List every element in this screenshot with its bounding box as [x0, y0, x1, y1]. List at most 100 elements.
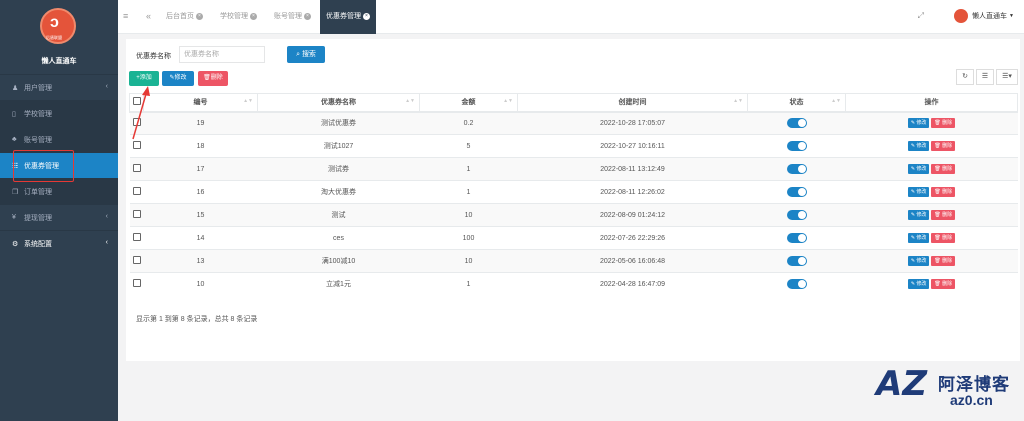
- row-edit-button[interactable]: ✎ 修改: [907, 118, 930, 129]
- status-toggle[interactable]: [786, 141, 807, 151]
- main-content: 优惠券名称 优惠券名称 ⌕ 搜索 +添加 ✎修改 🗑删除 ↻ ☰ ☰▾ 编号 ▲▼…: [118, 34, 1024, 421]
- status-toggle[interactable]: [786, 210, 807, 220]
- chevron-left-icon: ‹: [105, 213, 108, 220]
- cell-created: 2022-08-09 01:24:12: [517, 203, 748, 227]
- status-toggle[interactable]: [786, 164, 807, 174]
- table-row: 14 ces 100 2022-07-26 22:29:26 ✎ 修改 🗑 删除: [129, 226, 1018, 250]
- row-edit-label: 修改: [916, 258, 927, 264]
- sidebar-item-withdrawals[interactable]: ¥ 提现管理 ‹: [0, 204, 118, 230]
- close-icon[interactable]: ×: [196, 12, 203, 20]
- row-delete-button[interactable]: 🗑 删除: [931, 256, 956, 266]
- tabs-scroll-left-icon[interactable]: «: [146, 11, 151, 21]
- delete-button[interactable]: 🗑删除: [198, 71, 228, 86]
- sort-icon: ▲▼: [831, 98, 841, 104]
- row-edit-button[interactable]: ✎ 修改: [907, 279, 930, 290]
- row-checkbox[interactable]: [132, 233, 141, 241]
- sidebar-item-label: 账号管理: [24, 136, 52, 144]
- close-icon[interactable]: ×: [304, 12, 311, 20]
- row-edit-label: 修改: [916, 189, 927, 195]
- header-created[interactable]: 创建时间 ▲▼: [517, 93, 748, 113]
- header-status[interactable]: 状态 ▲▼: [747, 93, 846, 113]
- columns-button[interactable]: ☰▾: [996, 69, 1018, 85]
- cell-id: 19: [143, 111, 258, 135]
- add-button-label: 添加: [139, 75, 152, 81]
- row-edit-button[interactable]: ✎ 修改: [907, 164, 930, 174]
- row-checkbox[interactable]: [132, 118, 141, 127]
- toggle-view-button[interactable]: ☰: [976, 69, 994, 85]
- tab-schools[interactable]: 学校管理 ×: [220, 0, 257, 34]
- cell-id: 16: [143, 180, 258, 204]
- tab-coupons[interactable]: 优惠券管理 ×: [320, 0, 376, 34]
- header-id[interactable]: 编号 ▲▼: [143, 93, 258, 113]
- row-delete-button[interactable]: 🗑 删除: [931, 187, 956, 197]
- yen-icon: ¥: [12, 214, 16, 221]
- close-icon[interactable]: ×: [250, 12, 257, 20]
- status-toggle[interactable]: [786, 279, 807, 290]
- columns-icon: ☰▾: [1002, 73, 1012, 80]
- add-button[interactable]: +添加: [129, 71, 159, 86]
- row-checkbox[interactable]: [132, 187, 141, 195]
- cell-amount: 1: [419, 272, 518, 296]
- status-toggle[interactable]: [786, 187, 807, 197]
- row-delete-button[interactable]: 🗑 删除: [931, 118, 956, 129]
- sidebar-item-label: 系统配置: [24, 240, 52, 248]
- row-checkbox[interactable]: [132, 210, 141, 218]
- row-edit-label: 修改: [916, 235, 927, 241]
- coupon-name-input[interactable]: 优惠券名称: [179, 46, 265, 63]
- row-select-cell: [129, 203, 144, 227]
- select-all-checkbox[interactable]: [132, 97, 141, 106]
- row-checkbox[interactable]: [132, 279, 141, 288]
- sidebar-item-schools[interactable]: ▯ 学校管理: [0, 100, 118, 126]
- row-checkbox[interactable]: [132, 164, 141, 172]
- cell-actions: ✎ 修改 🗑 删除: [845, 272, 1018, 296]
- refresh-icon: ↻: [962, 73, 968, 80]
- caret-down-icon: ▼: [1009, 13, 1014, 19]
- header-amount[interactable]: 金额 ▲▼: [419, 93, 518, 113]
- row-select-cell: [129, 134, 144, 158]
- chevron-left-icon: ‹: [105, 83, 108, 90]
- tab-label: 学校管理: [220, 13, 248, 20]
- row-edit-button[interactable]: ✎ 修改: [907, 256, 930, 266]
- status-toggle[interactable]: [786, 256, 807, 266]
- copy-icon: ❐: [12, 188, 19, 196]
- row-delete-button[interactable]: 🗑 删除: [931, 233, 956, 243]
- row-edit-button[interactable]: ✎ 修改: [907, 187, 930, 197]
- row-edit-button[interactable]: ✎ 修改: [907, 210, 930, 220]
- menu-toggle-icon[interactable]: ≡: [123, 11, 128, 21]
- edit-button[interactable]: ✎修改: [162, 71, 194, 86]
- status-toggle[interactable]: [786, 118, 807, 129]
- sidebar-item-accounts[interactable]: ♣ 账号管理: [0, 126, 118, 152]
- users-icon: ♣: [12, 136, 17, 143]
- logo: ↄ 后盾联盟: [40, 8, 76, 44]
- tab-home[interactable]: 后台首页 ×: [166, 0, 203, 34]
- user-menu[interactable]: 懒人直通车 ▼: [954, 9, 1014, 23]
- search-button[interactable]: ⌕ 搜索: [287, 46, 325, 63]
- row-select-cell: [129, 157, 144, 181]
- table-header-row: 编号 ▲▼ 优惠券名称 ▲▼ 金额 ▲▼ 创建时间 ▲▼ 状态 ▲▼ 操作: [129, 93, 1018, 113]
- tab-accounts[interactable]: 账号管理 ×: [274, 0, 311, 34]
- row-select-cell: [129, 249, 144, 273]
- row-edit-label: 修改: [916, 120, 927, 127]
- row-delete-button[interactable]: 🗑 删除: [931, 164, 956, 174]
- row-delete-button[interactable]: 🗑 删除: [931, 279, 956, 290]
- fullscreen-icon[interactable]: ⤢: [918, 11, 924, 21]
- cell-status: [747, 180, 846, 204]
- refresh-button[interactable]: ↻: [956, 69, 974, 85]
- row-edit-button[interactable]: ✎ 修改: [907, 141, 930, 151]
- row-checkbox[interactable]: [132, 141, 141, 149]
- row-delete-button[interactable]: 🗑 删除: [931, 210, 956, 220]
- annotation-highlight-box: [13, 150, 74, 182]
- sidebar-item-label: 用户管理: [24, 84, 52, 92]
- row-checkbox[interactable]: [132, 256, 141, 264]
- sidebar-item-users[interactable]: ♟ 用户管理 ‹: [0, 74, 118, 100]
- header-actions: 操作: [845, 93, 1018, 113]
- row-delete-button[interactable]: 🗑 删除: [931, 141, 956, 151]
- status-toggle[interactable]: [786, 233, 807, 243]
- header-name[interactable]: 优惠券名称 ▲▼: [257, 93, 420, 113]
- cell-created: 2022-10-28 17:05:07: [517, 111, 748, 135]
- close-icon[interactable]: ×: [363, 12, 370, 20]
- select-all-header: [129, 93, 144, 113]
- sidebar-item-system-config[interactable]: ⚙ 系统配置 ‹: [0, 230, 118, 256]
- row-edit-button[interactable]: ✎ 修改: [907, 233, 930, 243]
- cell-actions: ✎ 修改 🗑 删除: [845, 203, 1018, 227]
